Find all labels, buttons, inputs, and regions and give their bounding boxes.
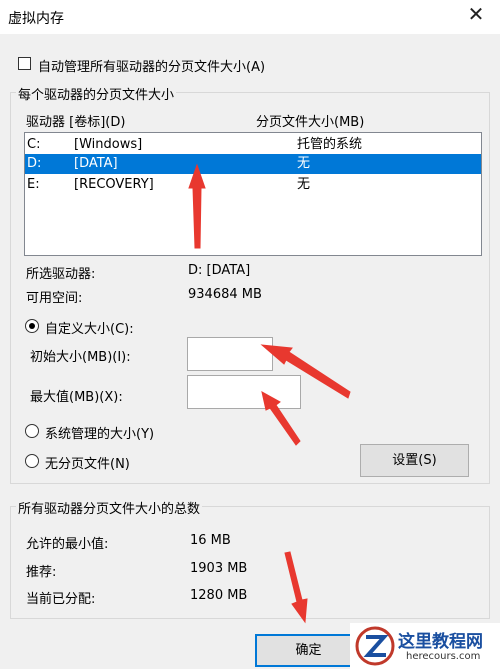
watermark: 这里教程网 herecours.com: [350, 623, 500, 669]
drive-row-e[interactable]: E: [RECOVERY] 无: [25, 175, 481, 195]
close-icon[interactable]: ✕: [461, 0, 491, 28]
custom-size-radio[interactable]: [25, 319, 39, 333]
recommended-value: 1903 MB: [190, 561, 248, 576]
initial-size-input[interactable]: [187, 337, 273, 371]
no-paging-radio[interactable]: [25, 454, 39, 468]
custom-size-label[interactable]: 自定义大小(C):: [45, 318, 134, 337]
auto-manage-checkbox[interactable]: [18, 57, 31, 70]
per-drive-legend: 每个驱动器的分页文件大小: [16, 84, 177, 103]
free-space-value: 934684 MB: [188, 287, 262, 302]
drive-row-c[interactable]: C: [Windows] 托管的系统: [25, 135, 481, 155]
initial-size-label: 初始大小(MB)(I):: [30, 350, 131, 365]
col-drive-header: 驱动器 [卷标](D): [26, 115, 126, 130]
current-allocated-label: 当前已分配:: [26, 592, 96, 607]
drive-row-d-selected[interactable]: D: [DATA] 无: [25, 154, 481, 174]
max-size-input[interactable]: [187, 375, 301, 409]
selected-drive-value: D: [DATA]: [188, 263, 251, 278]
min-allowed-value: 16 MB: [190, 533, 231, 548]
set-button[interactable]: 设置(S): [360, 444, 469, 477]
max-size-label: 最大值(MB)(X):: [30, 390, 123, 405]
watermark-logo-icon: [355, 626, 395, 666]
current-allocated-value: 1280 MB: [190, 588, 248, 603]
window-title: 虚拟内存: [8, 11, 64, 27]
totals-legend: 所有驱动器分页文件大小的总数: [16, 498, 203, 517]
watermark-title: 这里教程网: [398, 632, 483, 652]
system-managed-radio[interactable]: [25, 424, 39, 438]
system-managed-label[interactable]: 系统管理的大小(Y): [45, 423, 154, 442]
recommended-label: 推荐:: [26, 565, 57, 580]
selected-drive-label: 所选驱动器:: [26, 267, 96, 282]
no-paging-label[interactable]: 无分页文件(N): [45, 453, 130, 472]
drive-listbox[interactable]: C: [Windows] 托管的系统 D: [DATA] 无 E: [RECOV…: [24, 132, 482, 256]
col-size-header: 分页文件大小(MB): [256, 115, 365, 130]
free-space-label: 可用空间:: [26, 291, 83, 306]
watermark-url: herecours.com: [406, 651, 481, 662]
ok-button[interactable]: 确定: [255, 634, 362, 667]
auto-manage-label[interactable]: 自动管理所有驱动器的分页文件大小(A): [38, 56, 265, 75]
min-allowed-label: 允许的最小值:: [26, 537, 109, 552]
